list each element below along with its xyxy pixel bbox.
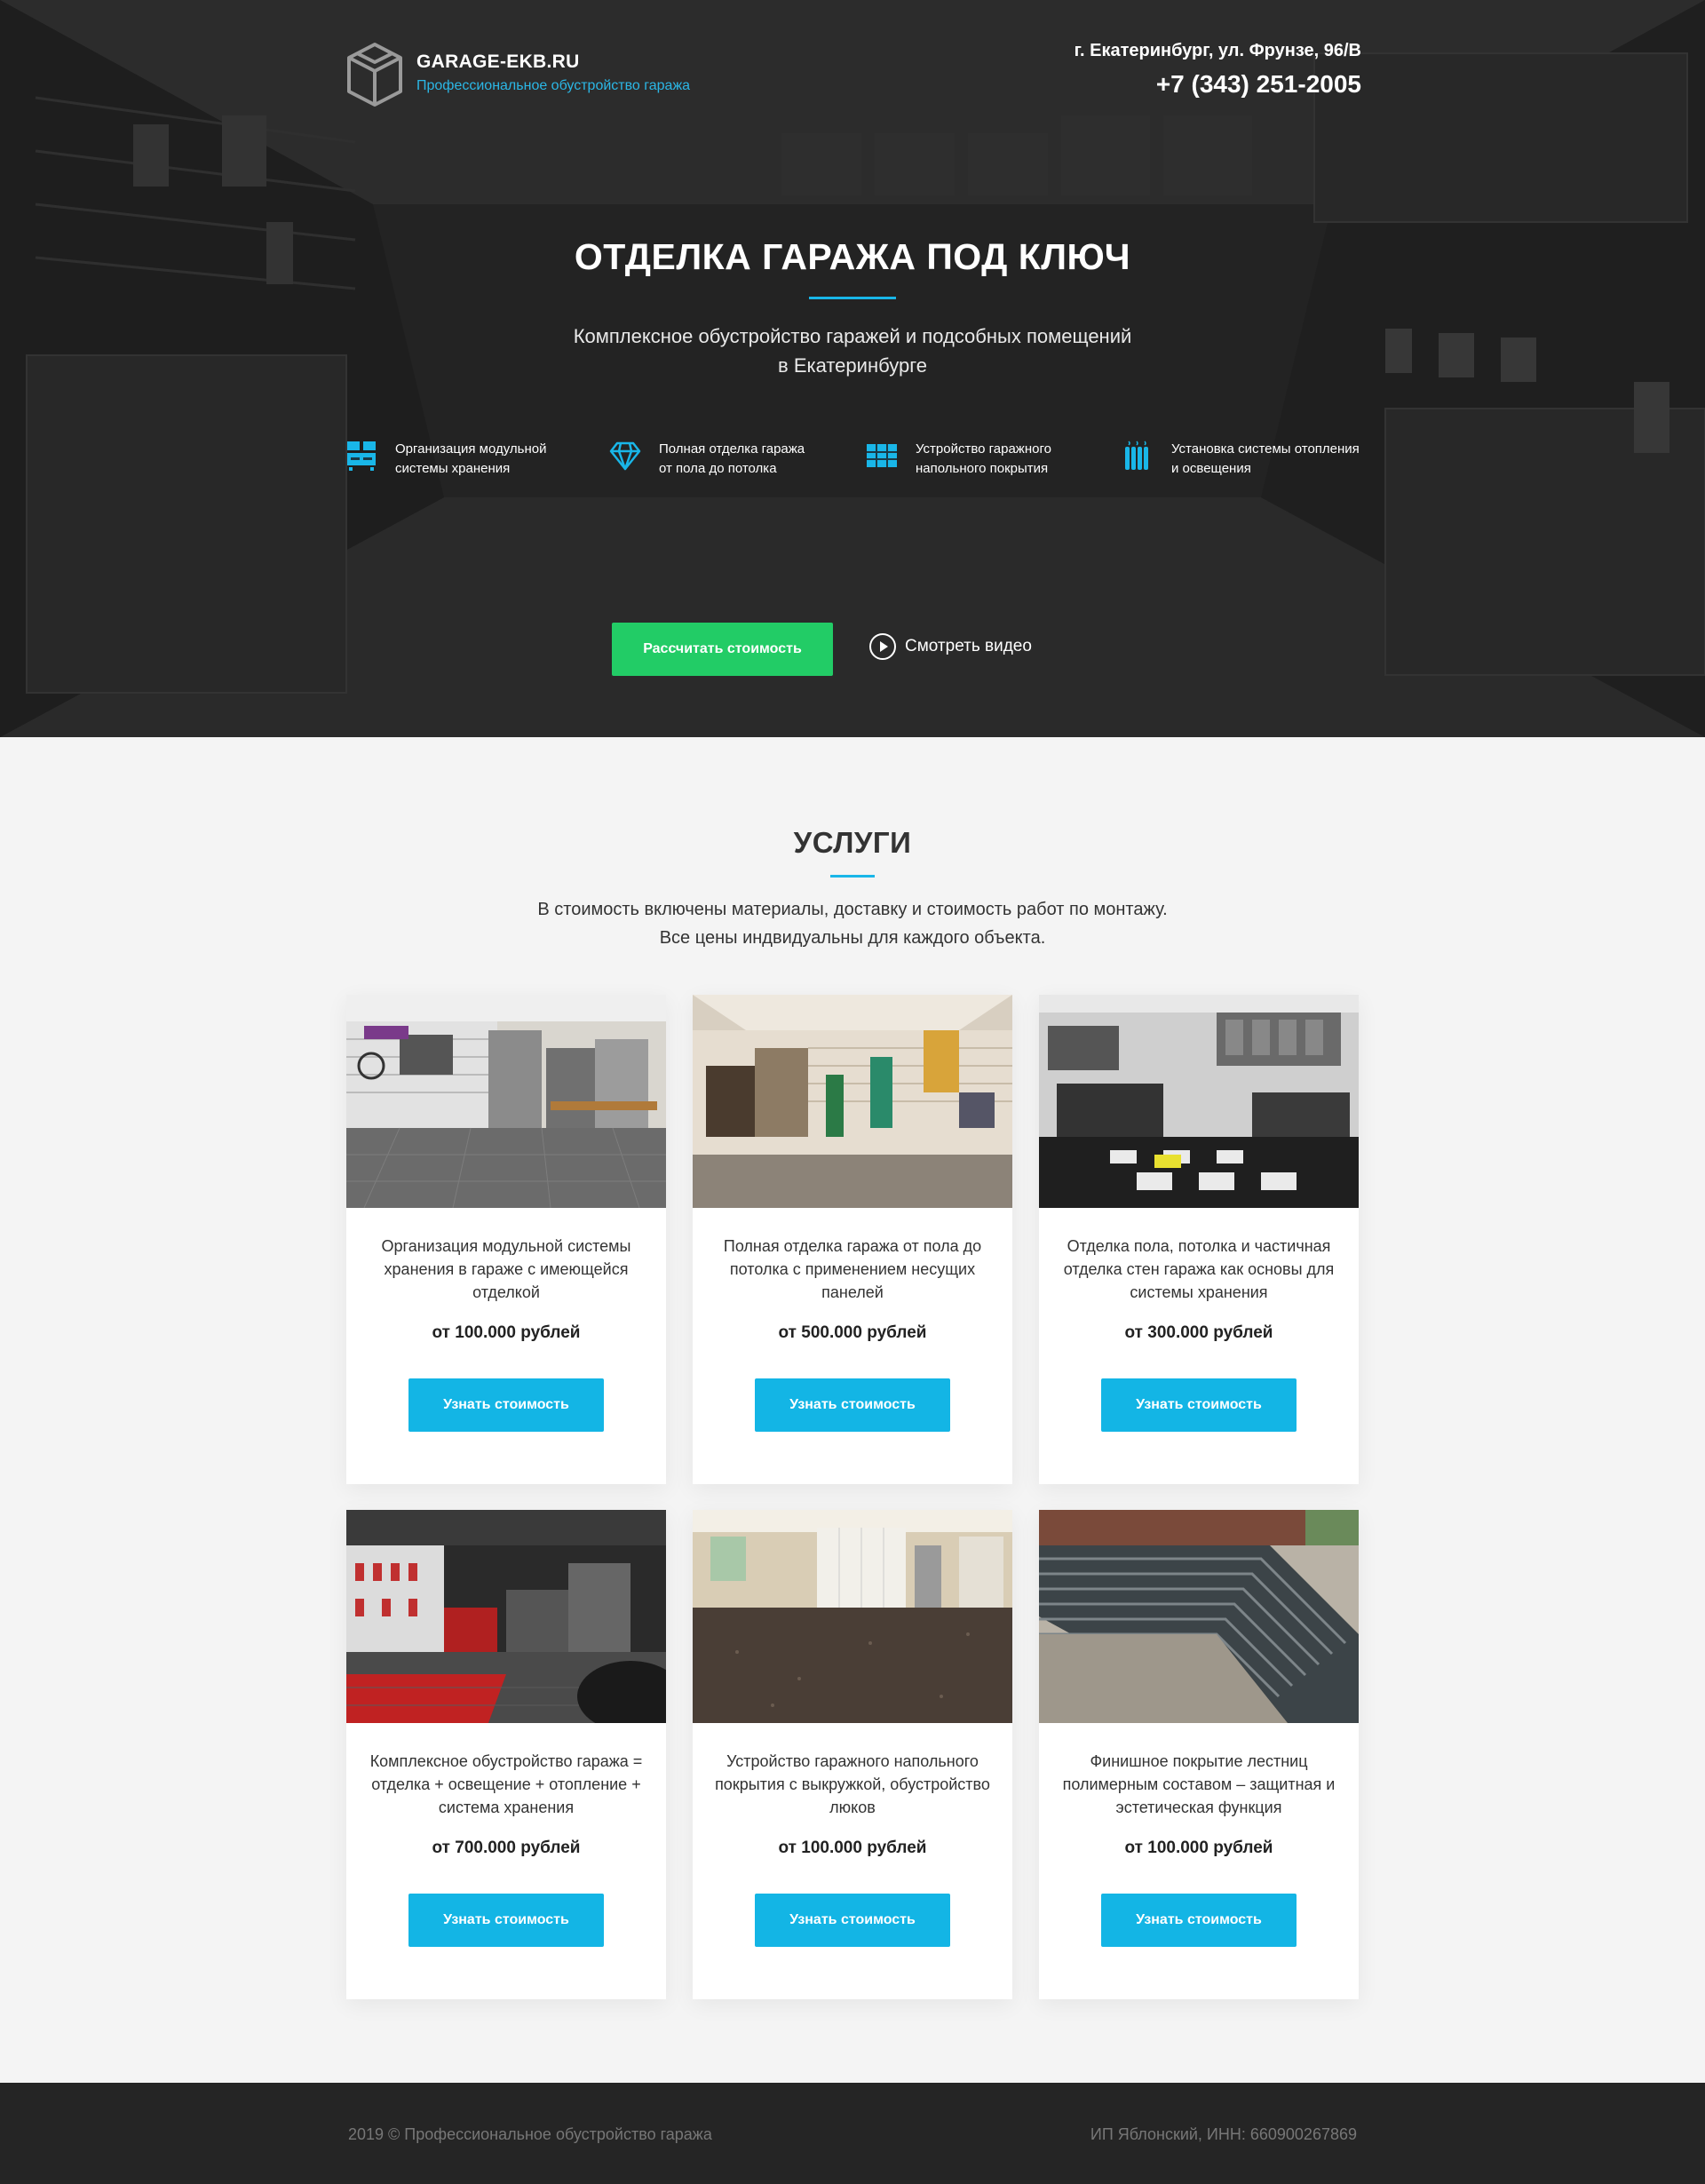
service-card: Отделка пола, потолка и частичная отделк… <box>1039 995 1359 1484</box>
feature-storage: Организация модульной системы хранения <box>345 440 546 479</box>
logo[interactable]: GARAGE-EKB.RU Профессиональное обустройс… <box>345 41 690 108</box>
service-card: Финишное покрытие лестниц полимерным сос… <box>1039 1510 1359 1999</box>
diamond-icon <box>609 441 641 471</box>
watch-video-button[interactable]: Смотреть видео <box>869 633 1032 660</box>
service-price: от 300.000 рублей <box>1124 1323 1273 1342</box>
services-subtitle-line1: В стоимость включены материалы, доставку… <box>537 900 1168 919</box>
services-section: УСЛУГИ В стоимость включены материалы, д… <box>0 737 1705 2083</box>
service-card: Полная отделка гаража от пола до потолка… <box>693 995 1012 1484</box>
hero-subtitle-line2: в Екатеринбурге <box>778 354 927 377</box>
service-price: от 500.000 рублей <box>778 1323 927 1342</box>
storage-icon <box>347 441 376 471</box>
service-description: Полная отделка гаража от пола до потолка… <box>723 1237 982 1301</box>
get-price-button[interactable]: Узнать стоимость <box>755 1894 950 1947</box>
radiator-icon <box>1125 441 1148 470</box>
hero-subtitle: Комплексное обустройство гаражей и подсо… <box>0 322 1705 380</box>
service-image <box>1039 995 1359 1208</box>
service-price: от 700.000 рублей <box>432 1839 581 1857</box>
feature-heating-text: Установка системы отопления и освещения <box>1171 441 1360 476</box>
services-title: УСЛУГИ <box>793 826 912 859</box>
service-card: Комплексное обустройство гаража = отделк… <box>346 1510 666 1999</box>
service-image <box>346 995 666 1208</box>
calculate-cost-button[interactable]: Рассчитать стоимость <box>612 623 833 676</box>
service-description: Отделка пола, потолка и частичная отделк… <box>1063 1237 1335 1301</box>
logo-title: GARAGE-EKB.RU <box>416 52 580 72</box>
get-price-button[interactable]: Узнать стоимость <box>408 1894 604 1947</box>
feature-floor-text: Устройство гаражного напольного покрытия <box>916 441 1051 476</box>
service-image <box>346 1510 666 1723</box>
hero-section: GARAGE-EKB.RU Профессиональное обустройс… <box>0 0 1705 737</box>
service-price: от 100.000 рублей <box>778 1839 927 1857</box>
feature-finishing: Полная отделка гаража от пола до потолка <box>609 440 805 479</box>
services-divider <box>830 875 875 878</box>
address: г. Екатеринбург, ул. Фрунзе, 96/В <box>1074 41 1361 60</box>
hero-features: Организация модульной системы хранения П… <box>345 440 1361 484</box>
floor-tiles-icon <box>867 444 897 467</box>
services-subtitle-line2: Все цены индвидуальны для каждого объект… <box>659 928 1046 948</box>
watch-video-label: Смотреть видео <box>905 637 1032 655</box>
site-header: GARAGE-EKB.RU Профессиональное обустройс… <box>345 41 1361 107</box>
service-card: Организация модульной системы хранения в… <box>346 995 666 1484</box>
service-image <box>693 995 1012 1208</box>
play-icon <box>869 633 896 660</box>
footer-copyright: 2019 © Профессиональное обустройство гар… <box>348 2125 712 2143</box>
feature-floor: Устройство гаражного напольного покрытия <box>866 440 1051 479</box>
get-price-button[interactable]: Узнать стоимость <box>755 1378 950 1432</box>
hero-title: ОТДЕЛКА ГАРАЖА ПОД КЛЮЧ <box>574 236 1131 277</box>
hero-subtitle-line1: Комплексное обустройство гаражей и подсо… <box>573 325 1132 347</box>
get-price-button[interactable]: Узнать стоимость <box>1101 1378 1297 1432</box>
service-card: Устройство гаражного напольного покрытия… <box>693 1510 1012 1999</box>
services-subtitle: В стоимость включены материалы, доставку… <box>0 895 1705 952</box>
site-footer: 2019 © Профессиональное обустройство гар… <box>0 2083 1705 2184</box>
service-image <box>693 1510 1012 1723</box>
get-price-button[interactable]: Узнать стоимость <box>408 1378 604 1432</box>
feature-heating: Установка системы отопления и освещения <box>1122 440 1360 479</box>
service-description: Комплексное обустройство гаража = отделк… <box>369 1752 643 1816</box>
logo-cube-icon <box>347 43 402 107</box>
service-description: Устройство гаражного напольного покрытия… <box>715 1752 990 1816</box>
footer-legal: ИП Яблонский, ИНН: 660900267869 <box>1090 2125 1357 2143</box>
service-price: от 100.000 рублей <box>432 1323 581 1342</box>
service-price: от 100.000 рублей <box>1124 1839 1273 1857</box>
service-image <box>1039 1510 1359 1723</box>
service-description: Финишное покрытие лестниц полимерным сос… <box>1062 1752 1336 1816</box>
hero-divider <box>809 297 896 299</box>
logo-subtitle: Профессиональное обустройство гаража <box>416 78 691 93</box>
service-description: Организация модульной системы хранения в… <box>381 1237 631 1301</box>
contacts: г. Екатеринбург, ул. Фрунзе, 96/В +7 (34… <box>1075 41 1361 99</box>
feature-storage-text: Организация модульной системы хранения <box>395 441 547 476</box>
get-price-button[interactable]: Узнать стоимость <box>1101 1894 1297 1947</box>
phone-number[interactable]: +7 (343) 251-2005 <box>1075 70 1361 99</box>
feature-finishing-text: Полная отделка гаража от пола до потолка <box>659 441 805 476</box>
